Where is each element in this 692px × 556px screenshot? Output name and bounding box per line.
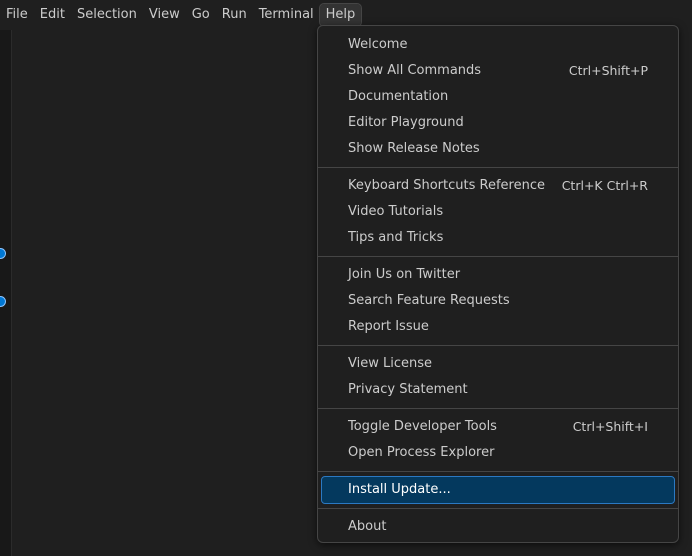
menu-item-label: Privacy Statement: [348, 382, 468, 397]
menu-separator: [318, 471, 678, 472]
menu-item-label: Tips and Tricks: [348, 230, 444, 245]
menu-item-show-release-notes[interactable]: Show Release Notes: [322, 136, 674, 162]
menu-item-label: Show Release Notes: [348, 141, 480, 156]
sidebar-edge: [0, 30, 12, 556]
menu-item-shortcut: Ctrl+Shift+P: [568, 63, 648, 78]
menu-item-documentation[interactable]: Documentation: [322, 84, 674, 110]
menu-item-editor-playground[interactable]: Editor Playground: [322, 110, 674, 136]
menubar-item-run[interactable]: Run: [216, 4, 253, 26]
menu-item-label: Show All Commands: [348, 63, 482, 78]
menubar-item-selection[interactable]: Selection: [71, 4, 143, 26]
menu-item-label: Search Feature Requests: [348, 293, 510, 308]
menu-item-shortcut: Ctrl+K Ctrl+R: [561, 178, 648, 193]
menubar-item-view[interactable]: View: [143, 4, 186, 26]
menu-item-label: About: [348, 519, 387, 534]
menu-item-welcome[interactable]: Welcome: [322, 32, 674, 58]
menu-item-search-feature-requests[interactable]: Search Feature Requests: [322, 288, 674, 314]
menu-item-video-tutorials[interactable]: Video Tutorials: [322, 199, 674, 225]
menu-item-label: Join Us on Twitter: [348, 267, 461, 282]
menu-item-open-process-explorer[interactable]: Open Process Explorer: [322, 440, 674, 466]
menu-item-toggle-developer-tools[interactable]: Toggle Developer Tools Ctrl+Shift+I: [322, 414, 674, 440]
menubar-item-go[interactable]: Go: [186, 4, 216, 26]
menu-item-label: Keyboard Shortcuts Reference: [348, 178, 545, 193]
menu-separator: [318, 408, 678, 409]
menu-item-label: Report Issue: [348, 319, 429, 334]
menu-item-label: View License: [348, 356, 432, 371]
menu-item-about[interactable]: About: [322, 514, 674, 540]
menu-item-show-all-commands[interactable]: Show All Commands Ctrl+Shift+P: [322, 58, 674, 84]
menu-item-label: Install Update...: [348, 482, 451, 497]
menu-item-install-update[interactable]: Install Update...: [321, 476, 675, 504]
menubar-item-terminal[interactable]: Terminal: [253, 4, 320, 26]
menu-item-privacy-statement[interactable]: Privacy Statement: [322, 377, 674, 403]
menu-item-label: Documentation: [348, 89, 449, 104]
menubar-item-file[interactable]: File: [0, 4, 34, 26]
menu-item-label: Toggle Developer Tools: [348, 419, 497, 434]
menu-separator: [318, 167, 678, 168]
help-menu: Welcome Show All Commands Ctrl+Shift+P Docu…: [317, 25, 679, 543]
status-indicator-icon: [0, 248, 6, 259]
menu-item-tips-and-tricks[interactable]: Tips and Tricks: [322, 225, 674, 251]
menu-item-join-us-on-twitter[interactable]: Join Us on Twitter: [322, 262, 674, 288]
status-indicator-icon: [0, 296, 6, 307]
menu-separator: [318, 256, 678, 257]
menu-item-view-license[interactable]: View License: [322, 351, 674, 377]
menubar-item-help[interactable]: Help: [318, 3, 363, 27]
menu-separator: [318, 508, 678, 509]
menu-item-label: Editor Playground: [348, 115, 464, 130]
menu-item-shortcut: Ctrl+Shift+I: [572, 419, 648, 434]
menu-item-label: Welcome: [348, 37, 408, 52]
menu-item-label: Video Tutorials: [348, 204, 444, 219]
menu-item-keyboard-shortcuts-reference[interactable]: Keyboard Shortcuts Reference Ctrl+K Ctrl+…: [322, 173, 674, 199]
menu-item-report-issue[interactable]: Report Issue: [322, 314, 674, 340]
menu-separator: [318, 345, 678, 346]
menubar-item-edit[interactable]: Edit: [34, 4, 71, 26]
menu-item-label: Open Process Explorer: [348, 445, 495, 460]
